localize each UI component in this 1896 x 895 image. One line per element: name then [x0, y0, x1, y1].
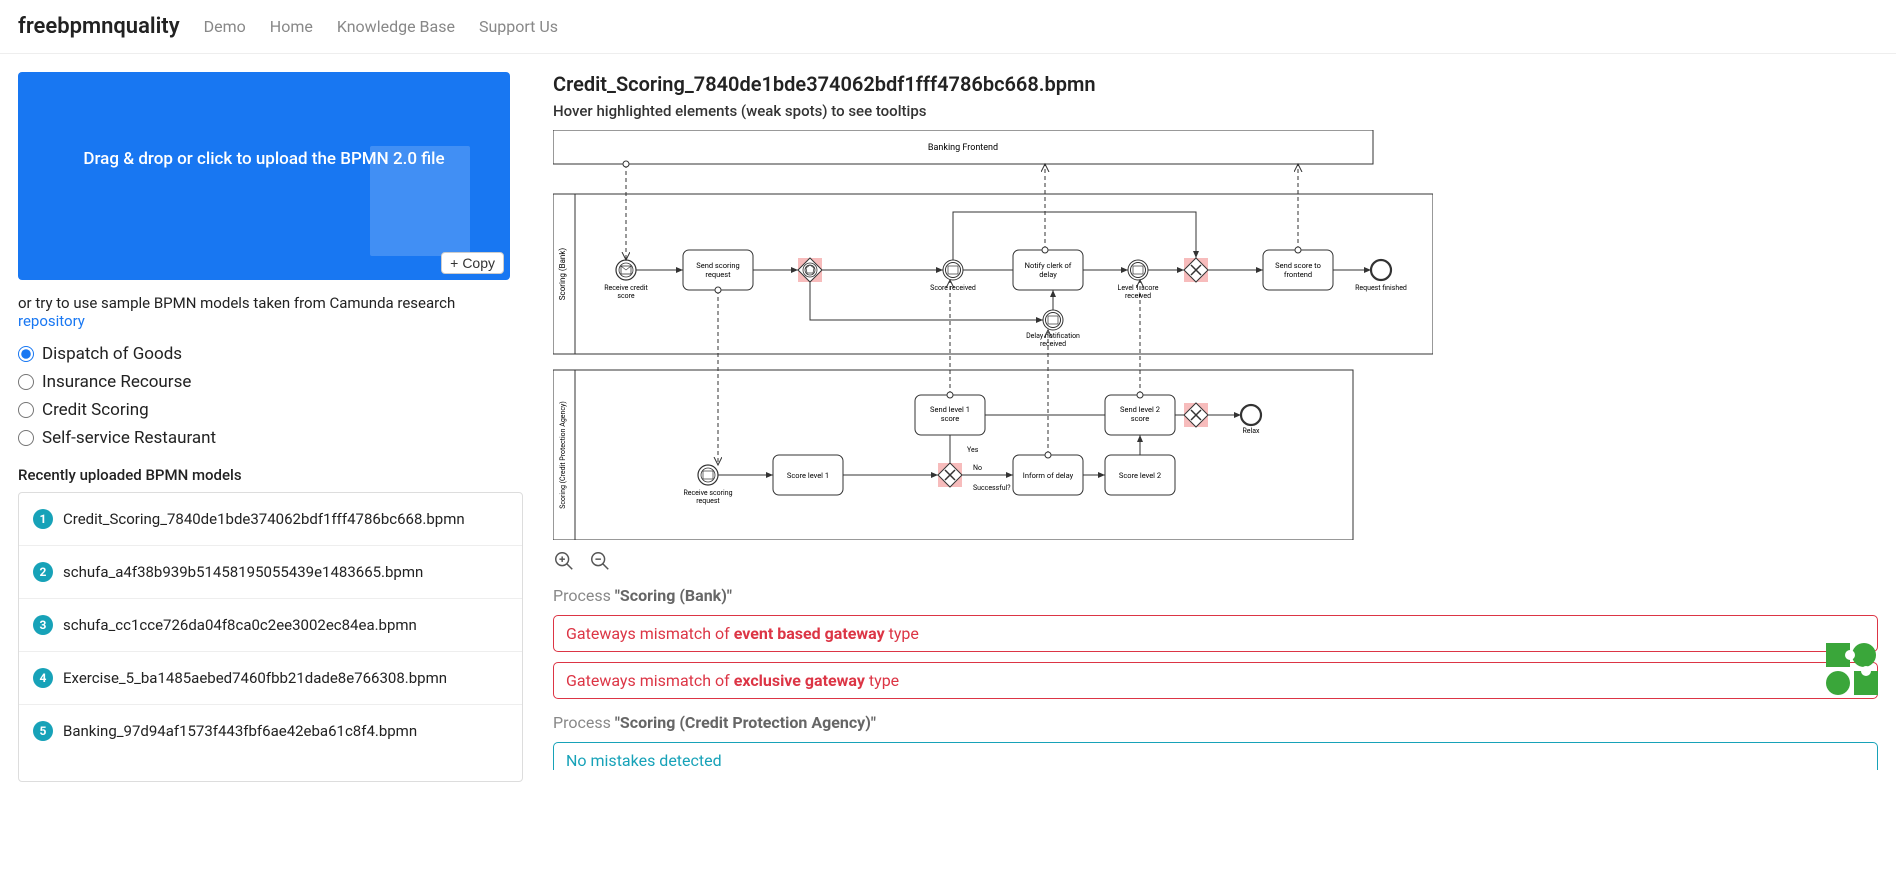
recent-badge: 4	[33, 668, 53, 688]
issue-exclusive-gateway[interactable]: Gateways mismatch of exclusive gateway t…	[553, 662, 1878, 699]
svg-text:No: No	[973, 464, 982, 472]
puzzle-logo-icon[interactable]	[1826, 643, 1878, 695]
recent-item[interactable]: 1 Credit_Scoring_7840de1bde374062bdf1fff…	[19, 493, 522, 546]
plus-icon: +	[450, 255, 458, 271]
svg-text:Score received: Score received	[930, 284, 976, 292]
repository-link[interactable]: repository	[18, 312, 85, 330]
lane-bank: Scoring (Bank)	[558, 248, 567, 301]
hint-prefix: or try to use sample BPMN models taken f…	[18, 294, 455, 312]
file-subtitle: Hover highlighted elements (weak spots) …	[553, 102, 1878, 120]
svg-text:Successful?: Successful?	[973, 484, 1011, 492]
evt-label: Receive credit	[604, 284, 648, 292]
zoom-out-icon[interactable]	[589, 550, 611, 572]
recent-filename: Banking_97d94af1573f443fbf6ae42eba61c8f4…	[63, 722, 417, 740]
file-title: Credit_Scoring_7840de1bde374062bdf1fff47…	[553, 72, 1878, 96]
copy-button[interactable]: + Copy	[441, 252, 504, 274]
radio-restaurant[interactable]	[18, 430, 34, 446]
sample-restaurant[interactable]: Self-service Restaurant	[18, 424, 523, 452]
sample-label: Credit Scoring	[42, 400, 149, 420]
issue-event-gateway[interactable]: Gateways mismatch of event based gateway…	[553, 615, 1878, 652]
svg-text:Request finished: Request finished	[1355, 284, 1407, 292]
svg-text:Inform of delay: Inform of delay	[1023, 471, 1074, 480]
nav-demo[interactable]: Demo	[204, 17, 246, 36]
radio-credit[interactable]	[18, 402, 34, 418]
zoom-controls	[553, 550, 1878, 572]
radio-insurance[interactable]	[18, 374, 34, 390]
recent-filename: Exercise_5_ba1485aebed7460fbb21dade8e766…	[63, 669, 447, 687]
pool-frontend: Banking Frontend	[928, 143, 998, 153]
svg-text:Score level 2: Score level 2	[1119, 471, 1161, 480]
svg-text:Relax: Relax	[1242, 427, 1260, 435]
sample-label: Self-service Restaurant	[42, 428, 216, 448]
sample-label: Insurance Recourse	[42, 372, 191, 392]
nav-support[interactable]: Support Us	[479, 17, 558, 36]
recent-item[interactable]: 3 schufa_cc1cce726da04f8ca0c2ee3002ec84e…	[19, 599, 522, 652]
sample-insurance[interactable]: Insurance Recourse	[18, 368, 523, 396]
brand[interactable]: freebpmnquality	[18, 14, 180, 39]
sample-radio-group: Dispatch of Goods Insurance Recourse Cre…	[18, 340, 523, 452]
recent-item[interactable]: 4 Exercise_5_ba1485aebed7460fbb21dade8e7…	[19, 652, 522, 705]
recent-list[interactable]: 1 Credit_Scoring_7840de1bde374062bdf1fff…	[18, 492, 523, 782]
navbar: freebpmnquality Demo Home Knowledge Base…	[0, 0, 1896, 54]
recent-badge: 5	[33, 721, 53, 741]
lane-agency: Scoring (Credit Protection Agency)	[559, 401, 567, 509]
sample-label: Dispatch of Goods	[42, 344, 182, 364]
recent-filename: schufa_cc1cce726da04f8ca0c2ee3002ec84ea.…	[63, 616, 417, 634]
recent-filename: Credit_Scoring_7840de1bde374062bdf1fff47…	[63, 510, 465, 528]
sample-credit[interactable]: Credit Scoring	[18, 396, 523, 424]
process2-heading: Process "Scoring (Credit Protection Agen…	[553, 713, 1878, 732]
nav-home[interactable]: Home	[270, 17, 313, 36]
recent-item[interactable]: 5 Banking_97d94af1573f443fbf6ae42eba61c8…	[19, 705, 522, 757]
svg-text:Score level 1: Score level 1	[787, 471, 829, 480]
nav-kb[interactable]: Knowledge Base	[337, 17, 455, 36]
svg-text:Yes: Yes	[967, 446, 979, 454]
sample-hint: or try to use sample BPMN models taken f…	[18, 294, 523, 330]
upload-dropzone[interactable]: Drag & drop or click to upload the BPMN …	[18, 72, 510, 280]
bpmn-diagram[interactable]: Banking Frontend Scoring (Bank) Scoring …	[553, 130, 1878, 540]
dropzone-label: Drag & drop or click to upload the BPMN …	[18, 149, 510, 169]
zoom-in-icon[interactable]	[553, 550, 575, 572]
radio-dispatch[interactable]	[18, 346, 34, 362]
recent-badge: 2	[33, 562, 53, 582]
info-no-mistakes[interactable]: No mistakes detected	[553, 742, 1878, 770]
sample-dispatch[interactable]: Dispatch of Goods	[18, 340, 523, 368]
recent-badge: 3	[33, 615, 53, 635]
recent-badge: 1	[33, 509, 53, 529]
copy-label: Copy	[462, 255, 495, 271]
recent-filename: schufa_a4f38b939b51458195055439e1483665.…	[63, 563, 423, 581]
recent-heading: Recently uploaded BPMN models	[18, 466, 523, 484]
process1-heading: Process "Scoring (Bank)"	[553, 586, 1878, 605]
recent-item[interactable]: 2 schufa_a4f38b939b51458195055439e148366…	[19, 546, 522, 599]
